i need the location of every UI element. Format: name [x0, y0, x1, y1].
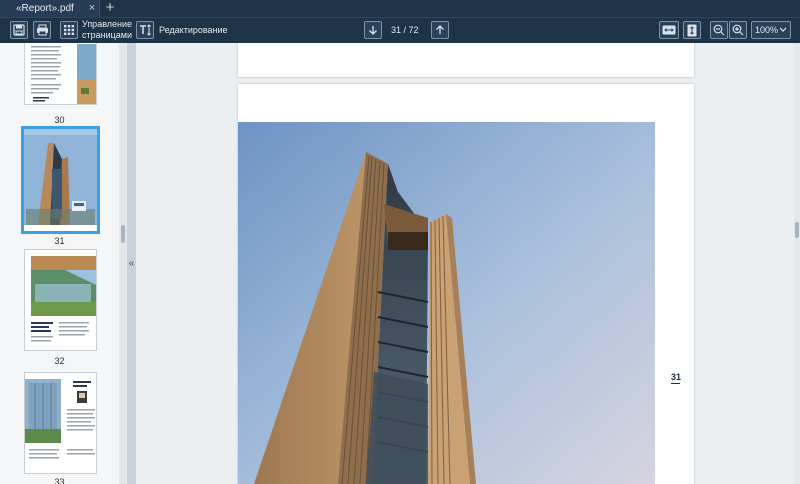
thumbnail-page-number: 33	[54, 477, 65, 484]
thumbnail-page-number: 32	[54, 356, 65, 366]
page-marker-underline	[671, 383, 680, 384]
tab-bar: «Report».pdf × +	[0, 0, 800, 17]
prev-page-up-icon[interactable]	[431, 21, 449, 39]
save-icon[interactable]	[10, 21, 28, 39]
page-photo	[238, 122, 655, 484]
thumbnail-page-31[interactable]	[21, 126, 100, 234]
zoom-in-icon[interactable]	[729, 21, 747, 39]
sidebar-scrollbar[interactable]	[119, 43, 127, 484]
chevron-down-icon[interactable]	[779, 22, 787, 39]
thumbnail-page-number: 30	[54, 115, 65, 125]
collapse-sidebar-icon[interactable]: «	[127, 256, 136, 272]
previous-page-bottom	[238, 43, 694, 77]
page-total: / 72	[403, 25, 419, 35]
toolbar: Управление страницами Редактирование 31 …	[0, 17, 800, 43]
editing-label[interactable]: Редактирование	[159, 24, 228, 36]
thumbnail-page-33[interactable]	[24, 372, 97, 474]
zoom-select[interactable]: 100%	[751, 21, 791, 39]
thumbnail-page-30[interactable]	[24, 43, 97, 105]
next-page-down-icon[interactable]	[364, 21, 382, 39]
tab-report-pdf[interactable]: «Report».pdf ×	[0, 0, 100, 17]
tab-title: «Report».pdf	[16, 3, 74, 14]
page-counter: 31 / 72	[391, 24, 419, 36]
sidebar-scroll-thumb[interactable]	[121, 225, 125, 243]
fit-page-icon[interactable]	[683, 21, 701, 39]
edit-text-icon[interactable]	[136, 21, 154, 39]
thumbnail-page-32[interactable]	[24, 249, 97, 351]
page-marker: 31	[671, 372, 682, 382]
document-scroll-thumb[interactable]	[795, 222, 799, 238]
manage-pages-icon[interactable]	[60, 21, 78, 39]
current-page-input[interactable]: 31	[391, 25, 401, 35]
new-tab-icon[interactable]: +	[101, 0, 119, 17]
zoom-out-icon[interactable]	[710, 21, 728, 39]
document-scrollbar[interactable]	[794, 43, 800, 484]
zoom-value: 100%	[755, 25, 779, 35]
thumbnail-sidebar: 30 31 32 33	[0, 43, 119, 484]
tab-close-icon[interactable]: ×	[86, 0, 98, 17]
manage-pages-label[interactable]: Управление страницами	[82, 19, 142, 41]
fit-width-icon[interactable]	[659, 21, 679, 39]
print-icon[interactable]	[33, 21, 51, 39]
thumbnail-page-number: 31	[54, 236, 65, 246]
